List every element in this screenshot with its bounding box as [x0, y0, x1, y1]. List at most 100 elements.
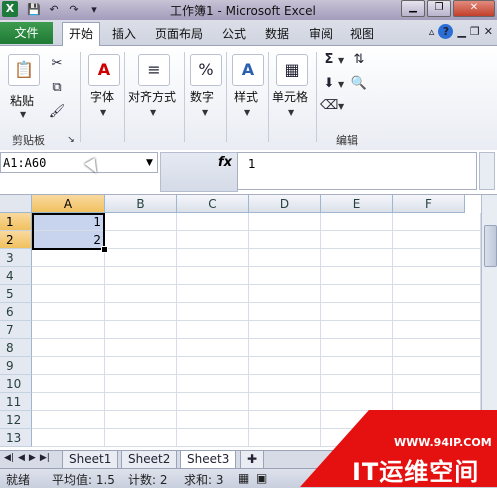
grid-cell[interactable] — [177, 339, 249, 357]
paste-icon[interactable]: 📋 — [8, 54, 40, 86]
grid-cell[interactable] — [321, 339, 393, 357]
row-header-11[interactable]: 11 — [0, 393, 32, 411]
format-painter-icon[interactable]: 🖌 — [48, 104, 66, 120]
row-header-13[interactable]: 13 — [0, 429, 32, 447]
grid-cell[interactable] — [105, 339, 177, 357]
grid-cell[interactable] — [321, 267, 393, 285]
grid-cell[interactable] — [32, 393, 105, 411]
grid-cell[interactable] — [105, 321, 177, 339]
grid-cell[interactable] — [249, 303, 321, 321]
grid-cell[interactable] — [393, 357, 481, 375]
cells-button-label[interactable]: 单元格 — [272, 88, 308, 105]
cut-icon[interactable]: ✂ — [48, 56, 66, 72]
grid-cell[interactable] — [32, 429, 105, 447]
page-layout-view-icon[interactable]: ▣ — [256, 471, 267, 485]
last-sheet-icon[interactable]: ▶| — [40, 453, 50, 463]
grid-cell[interactable] — [249, 321, 321, 339]
grid-cell[interactable] — [321, 321, 393, 339]
grid-cell[interactable] — [105, 375, 177, 393]
row-header-1[interactable]: 1 — [0, 213, 32, 231]
grid-cell[interactable] — [105, 393, 177, 411]
tab-file[interactable]: 文件 — [0, 22, 53, 44]
minimize-button[interactable]: ▁ — [401, 0, 425, 17]
font-button-label[interactable]: 字体 — [90, 88, 114, 105]
styles-button-label[interactable]: 样式 — [234, 88, 258, 105]
grid-cell[interactable] — [32, 375, 105, 393]
row-header-9[interactable]: 9 — [0, 357, 32, 375]
column-header-d[interactable]: D — [249, 195, 321, 213]
grid-cell[interactable] — [321, 393, 393, 411]
grid-cell[interactable] — [249, 267, 321, 285]
tab-home[interactable]: 开始 — [62, 22, 101, 47]
grid-cell[interactable] — [321, 231, 393, 249]
grid-cell[interactable] — [177, 357, 249, 375]
row-header-7[interactable]: 7 — [0, 321, 32, 339]
styles-icon[interactable]: A — [232, 54, 264, 86]
grid-cell[interactable] — [321, 249, 393, 267]
cells-icon[interactable]: ▦ — [276, 54, 308, 86]
grid-cell[interactable] — [177, 321, 249, 339]
column-header-a[interactable]: A — [32, 195, 105, 213]
grid-cell[interactable] — [32, 411, 105, 429]
styles-dropdown-icon[interactable]: ▼ — [244, 108, 250, 117]
formula-input[interactable]: 1 — [237, 152, 477, 190]
grid-cell[interactable] — [249, 375, 321, 393]
first-sheet-icon[interactable]: ◀| — [4, 453, 14, 463]
autosum-icon[interactable]: Σ — [320, 52, 338, 68]
grid-cell[interactable] — [393, 429, 481, 447]
cell-a1[interactable]: 1 — [32, 213, 105, 231]
fill-icon[interactable]: ⬇ — [320, 76, 338, 92]
doc-restore-icon[interactable]: ❐ — [470, 25, 480, 38]
name-box-dropdown-icon[interactable]: ▼ — [146, 158, 153, 168]
grid-cell[interactable] — [105, 231, 177, 249]
row-header-3[interactable]: 3 — [0, 249, 32, 267]
insert-sheet-icon[interactable]: ✚ — [240, 451, 264, 469]
grid-cell[interactable] — [321, 285, 393, 303]
name-box[interactable]: A1:A60 — [0, 152, 158, 173]
grid-cell[interactable] — [105, 285, 177, 303]
grid-cell[interactable] — [393, 321, 481, 339]
select-all-corner[interactable] — [0, 195, 32, 213]
grid-cell[interactable] — [249, 429, 321, 447]
cells-dropdown-icon[interactable]: ▼ — [288, 108, 294, 117]
undo-icon[interactable]: ↶ — [46, 2, 62, 18]
grid-cell[interactable] — [321, 375, 393, 393]
grid-cell[interactable] — [32, 357, 105, 375]
grid-cell[interactable] — [393, 411, 481, 429]
save-icon[interactable]: 💾 — [26, 2, 42, 18]
grid-cell[interactable] — [177, 213, 249, 231]
grid-cell[interactable] — [249, 249, 321, 267]
scrollbar-thumb[interactable] — [484, 225, 497, 267]
grid-cell[interactable] — [32, 321, 105, 339]
grid-cell[interactable] — [177, 303, 249, 321]
clear-icon[interactable]: ⌫ — [320, 98, 338, 114]
alignment-button-label[interactable]: 对齐方式 — [128, 88, 176, 105]
doc-close-icon[interactable]: ✕ — [484, 25, 493, 38]
grid-cell[interactable] — [105, 303, 177, 321]
grid-cell[interactable] — [393, 339, 481, 357]
autosum-dropdown-icon[interactable]: ▼ — [338, 56, 344, 65]
grid-cell[interactable] — [105, 267, 177, 285]
row-header-12[interactable]: 12 — [0, 411, 32, 429]
grid-cell[interactable] — [321, 213, 393, 231]
grid-cell[interactable] — [177, 429, 249, 447]
tab-data[interactable]: 数据 — [265, 24, 289, 44]
close-button[interactable]: ✕ — [453, 0, 495, 17]
percent-icon[interactable]: % — [190, 54, 222, 86]
font-icon[interactable]: A — [88, 54, 120, 86]
help-icon[interactable]: ? — [438, 24, 454, 39]
grid-cell[interactable] — [393, 267, 481, 285]
grid-cell[interactable] — [321, 429, 393, 447]
row-header-2[interactable]: 2 — [0, 231, 32, 249]
tab-review[interactable]: 审阅 — [309, 24, 333, 44]
grid-cell[interactable] — [393, 213, 481, 231]
grid-cell[interactable] — [393, 285, 481, 303]
grid-cell[interactable] — [393, 375, 481, 393]
grid-cell[interactable] — [32, 285, 105, 303]
grid-cell[interactable] — [177, 285, 249, 303]
grid-cell[interactable] — [32, 303, 105, 321]
column-header-c[interactable]: C — [177, 195, 249, 213]
formula-bar-expand[interactable] — [479, 152, 495, 190]
sort-filter-icon[interactable]: ⇅ — [350, 52, 368, 68]
clear-dropdown-icon[interactable]: ▼ — [338, 102, 344, 111]
